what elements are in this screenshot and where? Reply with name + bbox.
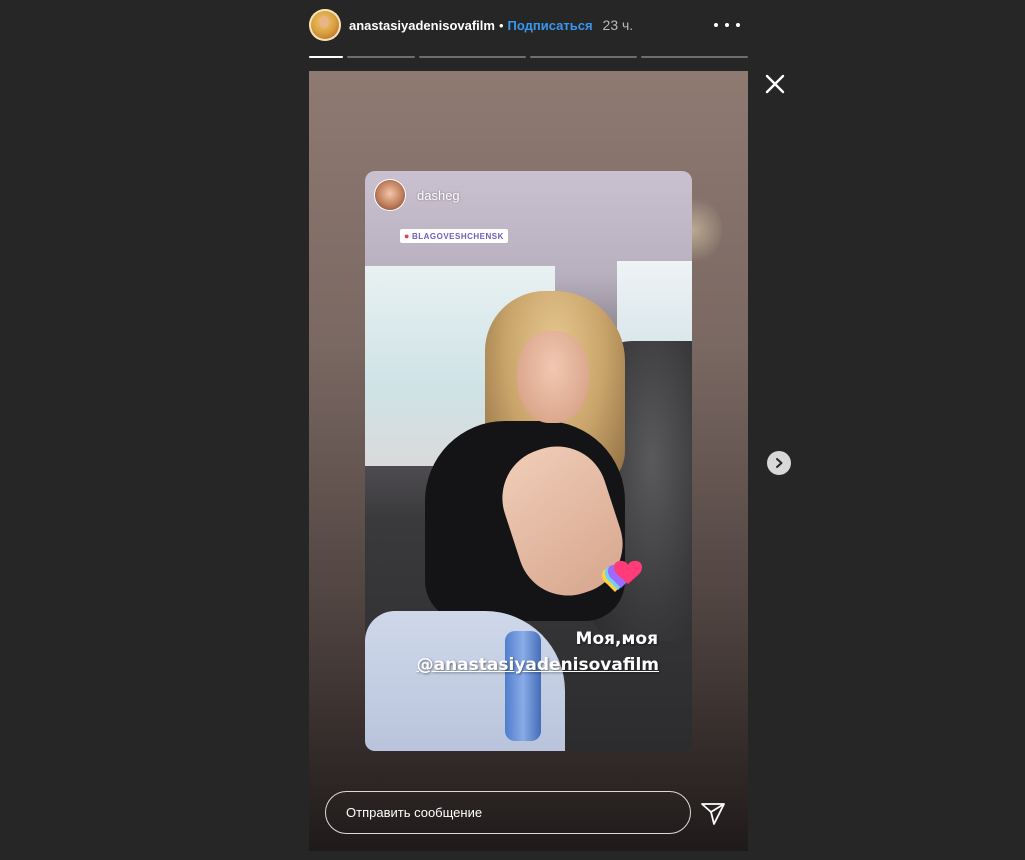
story-media[interactable]: dasheg ● BLAGOVESHCHENSK Моя,моя @anasta… <box>309 71 748 851</box>
story-progress <box>309 56 748 59</box>
reshared-username: dasheg <box>417 187 460 203</box>
car-window-right <box>617 261 692 351</box>
reply-message-input[interactable] <box>325 791 691 834</box>
mention-sticker[interactable]: @anastasiyadenisovafilm <box>417 655 659 675</box>
reshared-user[interactable]: dasheg <box>375 180 460 210</box>
progress-segment <box>347 56 415 58</box>
progress-fill <box>309 56 343 58</box>
send-icon[interactable] <box>698 798 728 828</box>
story-viewer: anastasiyadenisovafilm • Подписаться 23 … <box>0 0 1025 860</box>
story-timestamp: 23 ч. <box>602 17 634 33</box>
progress-segment <box>641 56 748 58</box>
separator-dot: • <box>498 17 504 33</box>
progress-segment <box>419 56 526 58</box>
close-icon[interactable] <box>762 71 788 97</box>
location-text: BLAGOVESHCHENSK <box>411 231 504 241</box>
author-avatar[interactable] <box>309 9 341 41</box>
author-username[interactable]: anastasiyadenisovafilm <box>349 18 495 33</box>
location-pin-icon: ● <box>404 231 410 241</box>
more-options-icon[interactable] <box>714 14 740 36</box>
follow-button[interactable]: Подписаться <box>508 18 593 33</box>
reshared-story-card[interactable]: dasheg ● BLAGOVESHCHENSK Моя,моя @anasta… <box>365 171 692 751</box>
water-bottle <box>505 631 541 741</box>
progress-segment <box>530 56 637 58</box>
reshared-avatar <box>375 180 405 210</box>
story-caption-line1: Моя,моя <box>575 629 658 649</box>
chevron-right-icon <box>776 458 783 468</box>
person-face <box>517 331 589 423</box>
rainbow-heart-icon <box>601 560 643 592</box>
progress-segment <box>309 56 343 58</box>
next-story-button[interactable] <box>767 451 791 475</box>
location-sticker[interactable]: ● BLAGOVESHCHENSK <box>400 229 508 243</box>
story-header: anastasiyadenisovafilm • Подписаться 23 … <box>309 8 748 42</box>
